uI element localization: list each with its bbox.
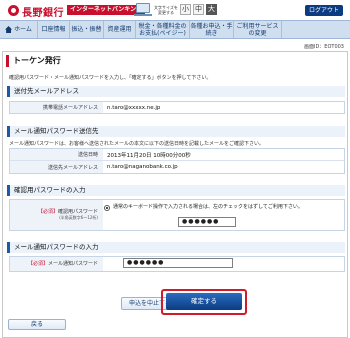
mail-password-label: 【必須】メール通知パスワード [28, 261, 98, 267]
nav-item-label: 各種お申込・手続き [190, 22, 233, 37]
mail-password-input[interactable]: ●●●●●● [123, 258, 233, 268]
nav-item-transfer[interactable]: 振込・振替 [70, 21, 104, 38]
confirm-password-label-cell: 【必須】確認用パスワード (半角英数字6〜12桁) [10, 200, 103, 230]
mail-password-label-cell: 【必須】メール通知パスワード [10, 257, 103, 271]
font-size-large-button[interactable]: 大 [206, 4, 217, 15]
nav-item-label: ご利用サービスの変更 [236, 22, 279, 37]
nav-item-applications[interactable]: 各種お申込・手続き [190, 21, 234, 38]
nav-item-home[interactable]: ホーム [0, 21, 38, 38]
notify-description: メール通知パスワードは、お客様へ送信されたメールの本文に以下の送信日時を記載した… [9, 141, 265, 147]
nav-item-label: 振込・振替 [71, 26, 102, 33]
address-value: n.taro@xxxxx.ne.jp [107, 104, 161, 111]
laptop-icon [134, 3, 152, 16]
table-row: 携帯電話メールアドレス n.taro@xxxxx.ne.jp [10, 102, 344, 113]
mail-password-label-text: メール通知パスワード [47, 261, 98, 267]
font-size-medium-button[interactable]: 中 [193, 4, 204, 15]
confirm-button[interactable]: 確定する [166, 293, 242, 310]
font-size-label: 文字サイズを変更する [154, 5, 178, 15]
sent-address-label: 送信先メールアドレス [10, 161, 103, 173]
section-heading-address: 送付先メールアドレス [7, 86, 345, 97]
confirm-password-format: (半角英数字6〜12桁) [59, 215, 98, 220]
confirm-password-input[interactable]: ●●●●●● [178, 217, 236, 227]
nav-item-payeasy[interactable]: 税金・各種料金のお支払(ペイジー) [136, 21, 190, 38]
page-id: 画面ID：EOT003 [303, 44, 344, 50]
bank-logo-icon [8, 5, 19, 16]
nav-item-label: 税金・各種料金のお支払(ペイジー) [138, 22, 187, 37]
page-title: トーケン発行 [6, 55, 344, 67]
home-icon [5, 26, 13, 33]
intro-text: 確認用パスワード・メール通知パスワードを入力し、「確定する」ボタンを押して下さい… [9, 75, 212, 81]
logout-button[interactable]: ログアウト [305, 5, 343, 16]
sent-datetime-label: 送信日時 [10, 149, 103, 160]
nav-item-accounts[interactable]: 口座情報 [38, 21, 70, 38]
section-heading-confirm-password: 確認用パスワードの入力 [7, 185, 345, 196]
sent-address-value: n.taro@naganobank.co.jp [107, 164, 178, 170]
bank-name: 長野銀行 [22, 8, 64, 19]
software-keyboard-note: 通常のキーボード操作で入力される場合は、左のチェックをはずしてご利用下さい。 [113, 204, 303, 210]
header: 長野銀行 インターネットバンキング 文字サイズを変更する 小 中 大 ログアウト [0, 0, 350, 20]
nav-item-investment[interactable]: 資産運用 [104, 21, 136, 38]
main-nav: ホーム 口座情報 振込・振替 資産運用 税金・各種料金のお支払(ペイジー) 各種… [0, 20, 350, 39]
font-size-small-button[interactable]: 小 [180, 4, 191, 15]
nav-item-label: ホーム [14, 26, 32, 33]
table-row: 送信先メールアドレス n.taro@naganobank.co.jp [10, 161, 344, 173]
back-button[interactable]: 戻る [8, 319, 66, 330]
required-mark: 【必須】 [27, 261, 48, 267]
address-table: 携帯電話メールアドレス n.taro@xxxxx.ne.jp [9, 101, 345, 114]
nav-item-service-change[interactable]: ご利用サービスの変更 [234, 21, 282, 38]
nav-item-label: 資産運用 [107, 26, 132, 33]
nav-item-label: 口座情報 [41, 26, 66, 33]
table-row: 送信日時 2013年11月20日 10時00分00秒 [10, 149, 344, 161]
notify-table: 送信日時 2013年11月20日 10時00分00秒 送信先メールアドレス n.… [9, 148, 345, 174]
sent-datetime-value: 2013年11月20日 10時00分00秒 [107, 152, 191, 159]
address-label: 携帯電話メールアドレス [10, 102, 103, 113]
section-heading-mail-password: メール通知パスワードの入力 [7, 242, 345, 253]
required-mark: 【必須】 [37, 209, 58, 215]
software-keyboard-radio[interactable] [104, 205, 110, 211]
section-heading-notify: メール通知パスワード送信先 [7, 126, 345, 137]
